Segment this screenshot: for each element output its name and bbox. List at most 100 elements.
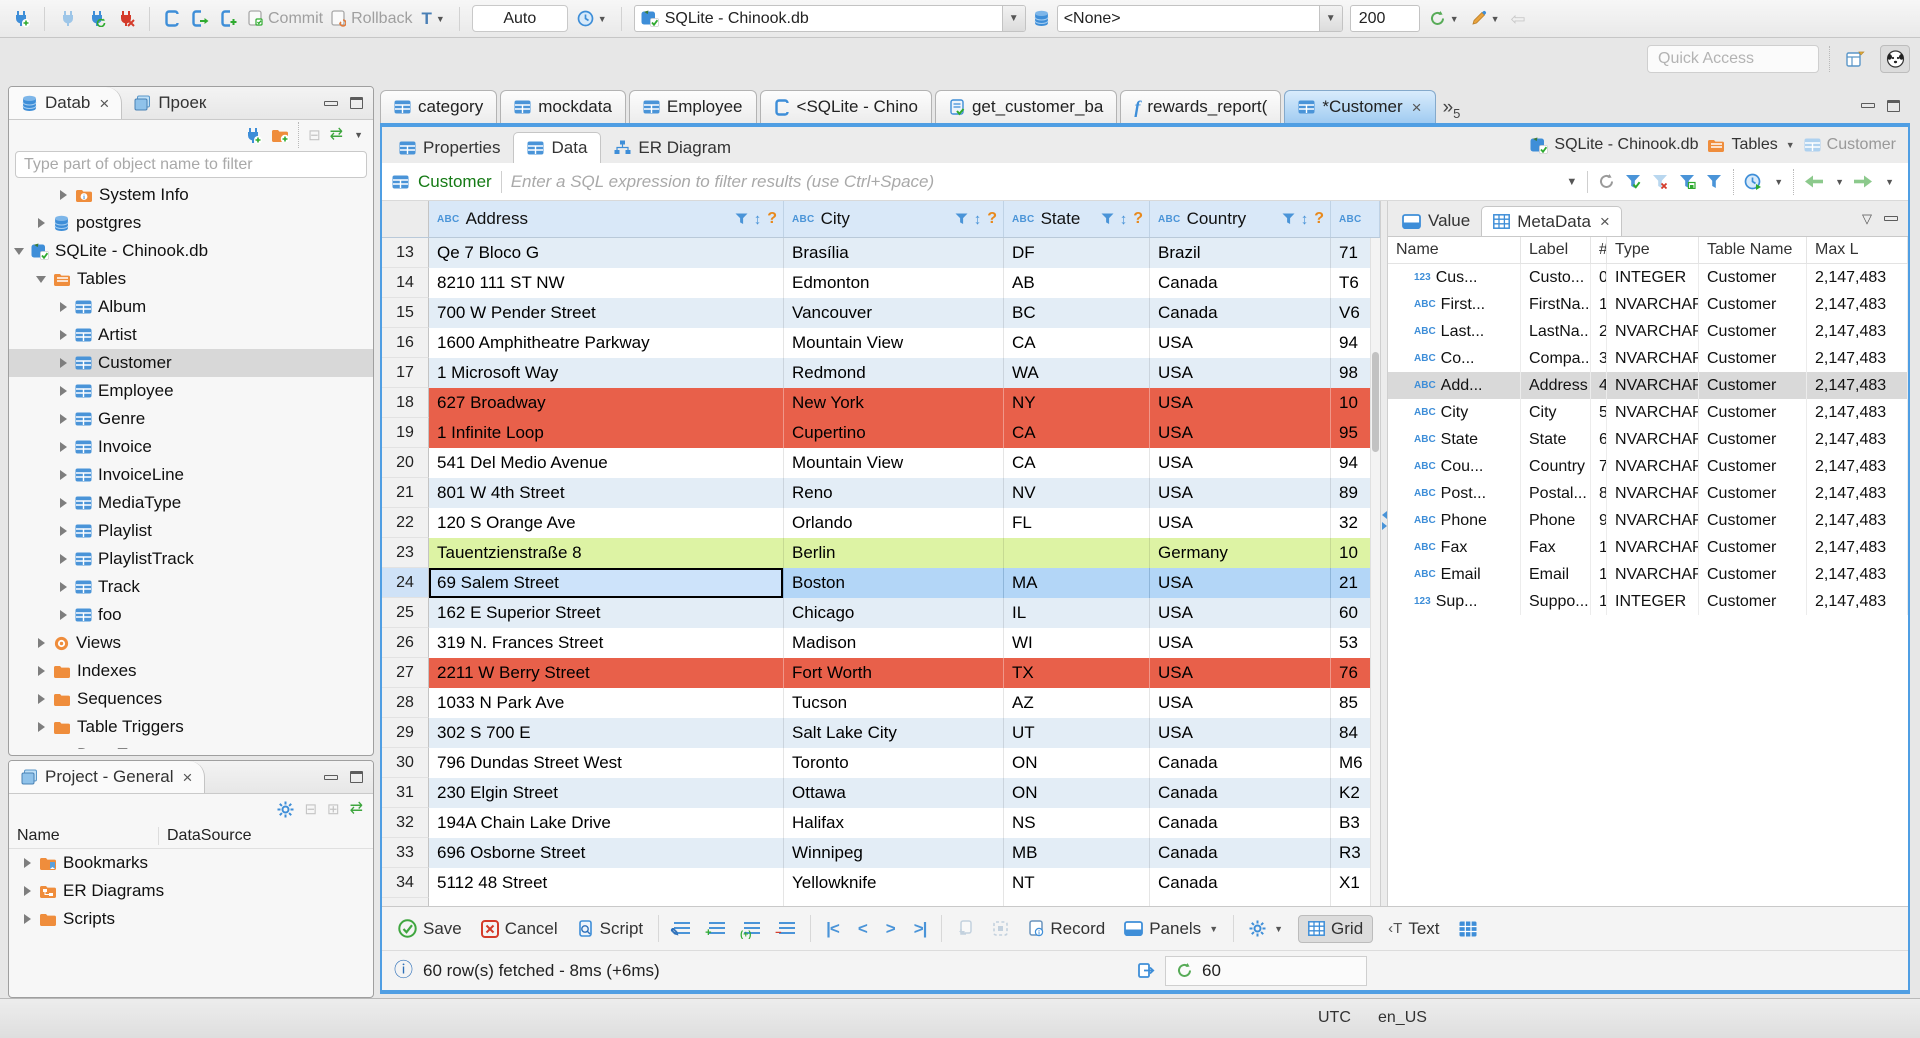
- result-tab-properties[interactable]: Properties: [386, 132, 513, 163]
- breadcrumb-tables[interactable]: Tables ▼: [1707, 136, 1795, 154]
- close-icon[interactable]: ×: [183, 769, 193, 786]
- cell-31-3[interactable]: Canada: [1150, 778, 1331, 808]
- cell-29-1[interactable]: Salt Lake City: [784, 718, 1004, 748]
- minimize-icon[interactable]: [324, 100, 338, 106]
- result-tab-er-diagram[interactable]: ER Diagram: [601, 132, 744, 163]
- edit-cell-button[interactable]: ✎: [670, 919, 694, 939]
- cell-partial-3[interactable]: [1150, 898, 1331, 906]
- meta-cell-2[interactable]: 7: [1591, 453, 1607, 480]
- new-folder-icon[interactable]: [271, 128, 290, 142]
- breadcrumb-customer[interactable]: Customer: [1804, 136, 1896, 154]
- cell-30-0[interactable]: 796 Dundas Street West: [429, 748, 784, 778]
- tab-projects[interactable]: Проек: [122, 87, 218, 119]
- cell-16-0[interactable]: 1600 Amphitheatre Parkway: [429, 328, 784, 358]
- meta-cell-2[interactable]: 1: [1591, 291, 1607, 318]
- cell-24-1[interactable]: Boston: [784, 568, 1004, 598]
- cell-31-1[interactable]: Ottawa: [784, 778, 1004, 808]
- meta-cell-3[interactable]: INTEGER: [1607, 264, 1699, 291]
- meta-cell-name[interactable]: ABC Post...: [1388, 480, 1521, 507]
- chevron-collapsed-icon[interactable]: [57, 582, 69, 592]
- custom-filter-icon[interactable]: [1706, 174, 1723, 189]
- minimize-icon[interactable]: [1884, 216, 1898, 221]
- panels-button[interactable]: Panels ▼: [1120, 916, 1222, 942]
- meta-column-header-table-name[interactable]: Table Name: [1699, 237, 1807, 263]
- meta-column-header-[interactable]: #: [1591, 237, 1607, 263]
- project-item-scripts[interactable]: Scripts: [9, 905, 373, 933]
- meta-cell-3[interactable]: NVARCHAR: [1607, 372, 1699, 399]
- meta-column-header-max-l[interactable]: Max L: [1807, 237, 1908, 263]
- cell-28-0[interactable]: 1033 N Park Ave: [429, 688, 784, 718]
- meta-cell-5[interactable]: 2,147,483: [1807, 588, 1908, 615]
- row-number[interactable]: 20: [382, 448, 429, 478]
- chevron-expanded-icon[interactable]: [13, 248, 25, 255]
- cell-19-2[interactable]: CA: [1004, 418, 1150, 448]
- perspective-table-button[interactable]: [1840, 45, 1870, 73]
- meta-cell-5[interactable]: 2,147,483: [1807, 264, 1908, 291]
- maximize-icon[interactable]: [1887, 99, 1900, 112]
- cell-13-3[interactable]: Brazil: [1150, 238, 1331, 268]
- row-number[interactable]: 29: [382, 718, 429, 748]
- cell-23-3[interactable]: Germany: [1150, 538, 1331, 568]
- row-number[interactable]: 27: [382, 658, 429, 688]
- filter-icon[interactable]: [1101, 213, 1114, 225]
- tab-project-general[interactable]: Project - General ×: [9, 761, 206, 793]
- transaction-log-button[interactable]: T ▼: [419, 8, 446, 29]
- meta-cell-5[interactable]: 2,147,483: [1807, 399, 1908, 426]
- column-header-city[interactable]: ABC City ↕?: [784, 201, 1004, 237]
- fetch-size-input[interactable]: [1349, 5, 1420, 32]
- row-number[interactable]: 28: [382, 688, 429, 718]
- new-sql-script-button[interactable]: [218, 8, 240, 29]
- meta-row-firstna[interactable]: ABC First... FirstNa...1NVARCHARCustomer2,…: [1388, 291, 1908, 318]
- cell-14-0[interactable]: 8210 111 ST NW: [429, 268, 784, 298]
- cell-24-2[interactable]: MA: [1004, 568, 1150, 598]
- tree-item-playlisttrack[interactable]: PlaylistTrack: [9, 545, 373, 573]
- meta-cell-4[interactable]: Customer: [1699, 318, 1807, 345]
- editor-tab-sqlite-chino[interactable]: <SQLite - Chino: [759, 90, 932, 123]
- cell-18-0[interactable]: 627 Broadway: [429, 388, 784, 418]
- cell-17-3[interactable]: USA: [1150, 358, 1331, 388]
- cell-15-2[interactable]: BC: [1004, 298, 1150, 328]
- switch-presentation-button[interactable]: [1455, 918, 1481, 940]
- meta-cell-1[interactable]: FirstNa...: [1521, 291, 1591, 318]
- meta-cell-2[interactable]: 10: [1591, 534, 1607, 561]
- cell-32-3[interactable]: Canada: [1150, 808, 1331, 838]
- cell-20-0[interactable]: 541 Del Medio Avenue: [429, 448, 784, 478]
- cell-26-3[interactable]: USA: [1150, 628, 1331, 658]
- meta-row-phone[interactable]: ABCPhonePhone9NVARCHARCustomer2,147,483: [1388, 507, 1908, 534]
- tree-item-views[interactable]: Views: [9, 629, 373, 657]
- editor-tab-rewards-report[interactable]: f rewards_report(: [1120, 90, 1282, 123]
- row-number[interactable]: 17: [382, 358, 429, 388]
- cell-21-0[interactable]: 801 W 4th Street: [429, 478, 784, 508]
- first-row-button[interactable]: |<: [822, 916, 843, 942]
- meta-row-compa[interactable]: ABC Co... Compa...3NVARCHARCustomer2,147,4…: [1388, 345, 1908, 372]
- cell-26-1[interactable]: Madison: [784, 628, 1004, 658]
- project-item-er-diagrams[interactable]: ER Diagrams: [9, 877, 373, 905]
- scrollbar-thumb[interactable]: [1372, 351, 1379, 452]
- remove-filter-icon[interactable]: [1652, 174, 1669, 189]
- cell-16-3[interactable]: USA: [1150, 328, 1331, 358]
- rollback-button[interactable]: Rollback: [330, 10, 412, 28]
- row-number[interactable]: 26: [382, 628, 429, 658]
- editor-tab-get-customer-ba[interactable]: get_customer_ba: [934, 90, 1118, 123]
- cell-22-1[interactable]: Orlando: [784, 508, 1004, 538]
- meta-cell-2[interactable]: 12: [1591, 588, 1607, 615]
- cell-32-2[interactable]: NS: [1004, 808, 1150, 838]
- view-menu-icon[interactable]: ▼: [354, 130, 363, 140]
- cell-33-3[interactable]: Canada: [1150, 838, 1331, 868]
- meta-cell-1[interactable]: Country: [1521, 453, 1591, 480]
- meta-cell-4[interactable]: Customer: [1699, 480, 1807, 507]
- meta-cell-1[interactable]: Custo...: [1521, 264, 1591, 291]
- record-mode-button[interactable]: i Record: [1024, 916, 1109, 942]
- cell-33-2[interactable]: MB: [1004, 838, 1150, 868]
- meta-cell-2[interactable]: 8: [1591, 480, 1607, 507]
- meta-cell-1[interactable]: Compa...: [1521, 345, 1591, 372]
- meta-cell-4[interactable]: Customer: [1699, 426, 1807, 453]
- result-tab-data[interactable]: Data: [513, 132, 602, 163]
- breadcrumb-sqlite-chinook-db[interactable]: SQLite - Chinook.db: [1530, 136, 1698, 154]
- collapse-all-icon[interactable]: ⊟: [308, 128, 321, 143]
- splitter-collapse-icons[interactable]: [1381, 511, 1387, 531]
- tree-item-track[interactable]: Track: [9, 573, 373, 601]
- row-number[interactable]: 21: [382, 478, 429, 508]
- cell-34-0[interactable]: 5112 48 Street: [429, 868, 784, 898]
- meta-cell-4[interactable]: Customer: [1699, 372, 1807, 399]
